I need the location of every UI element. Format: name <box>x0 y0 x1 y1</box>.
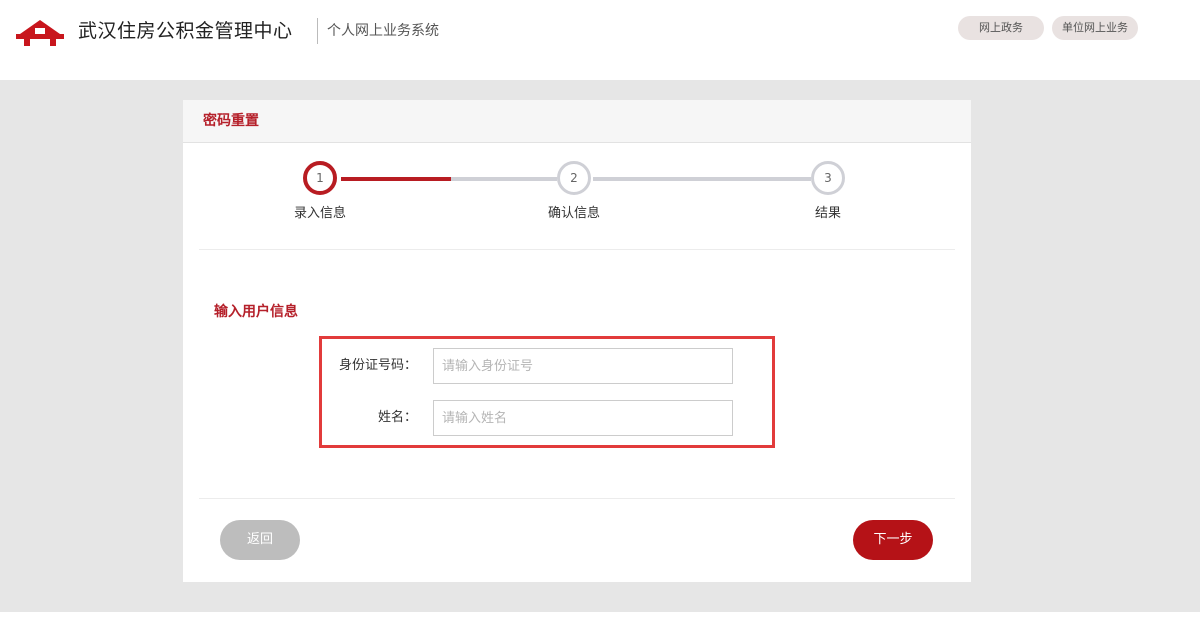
brand-divider <box>317 18 318 44</box>
step-1-label: 录入信息 <box>293 206 346 221</box>
id-number-label: 身份证号码： <box>338 358 417 373</box>
password-reset-card: 密码重置 1 2 3 录入信息 确认信息 结果 输入用户信息 身份证号码： 姓名… <box>183 100 971 582</box>
system-subtitle: 个人网上业务系统 <box>327 23 439 39</box>
step-1-circle: 1 <box>303 161 337 195</box>
progress-line-pending <box>451 177 557 181</box>
next-step-button[interactable]: 下一步 <box>853 520 933 560</box>
section-title: 输入用户信息 <box>214 304 298 320</box>
divider <box>199 498 955 499</box>
footer-strip <box>0 612 1200 634</box>
site-header: 武汉住房公积金管理中心 个人网上业务系统 网上政务 单位网上业务 <box>0 0 1200 80</box>
company-online-business-link[interactable]: 单位网上业务 <box>1052 16 1138 40</box>
divider <box>199 249 955 250</box>
brand-title: 武汉住房公积金管理中心 <box>78 20 293 42</box>
id-number-input[interactable] <box>433 348 733 384</box>
logo-icon <box>16 20 64 46</box>
step-3-label: 结果 <box>814 206 841 221</box>
card-header: 密码重置 <box>183 100 971 143</box>
back-button[interactable]: 返回 <box>220 520 300 560</box>
step-2-label: 确认信息 <box>547 206 600 221</box>
name-label: 姓名： <box>377 410 417 425</box>
step-3-circle: 3 <box>811 161 845 195</box>
card-title: 密码重置 <box>203 113 259 129</box>
step-2-circle: 2 <box>557 161 591 195</box>
progress-line-pending <box>593 177 811 181</box>
progress-line-complete <box>341 177 451 181</box>
online-government-link[interactable]: 网上政务 <box>958 16 1044 40</box>
name-input[interactable] <box>433 400 733 436</box>
